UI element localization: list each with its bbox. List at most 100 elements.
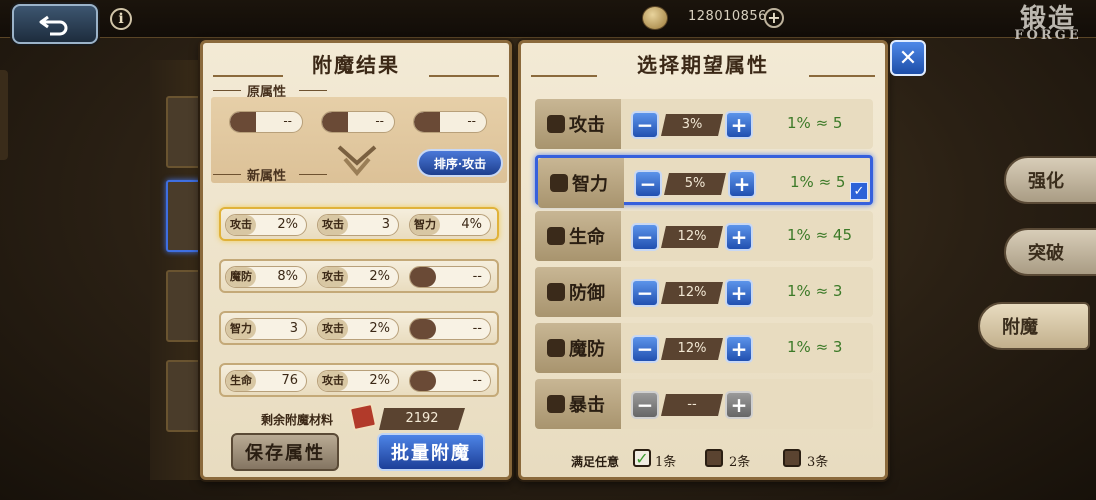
tab-enhance[interactable]: 强化 [1004, 156, 1096, 204]
attr-name [410, 371, 436, 391]
attr-name: 攻击 [318, 215, 348, 235]
close-icon[interactable]: ✕ [890, 40, 926, 76]
result-row[interactable]: 智力 3 攻击 2% -- [219, 311, 499, 345]
attr-chip: 攻击 2% [317, 266, 399, 288]
original-attr-value: -- [375, 114, 384, 128]
panel-title: 选择期望属性 [637, 53, 769, 77]
attr-pill [414, 112, 440, 132]
attr-name: 攻击 [318, 371, 348, 391]
attr-chip: 攻击 3 [317, 214, 399, 236]
condition-option-label: 3条 [807, 455, 829, 470]
attr-value: 8% [277, 269, 298, 284]
choice-name: 生命 [569, 227, 605, 248]
choice-ratio: 1% ≈ 45 [787, 226, 852, 244]
choice-name-box: 攻击 [535, 99, 621, 149]
choice-name: 攻击 [569, 115, 605, 136]
magic-shield-icon [547, 339, 565, 357]
equipment-thumb[interactable] [166, 270, 202, 342]
attr-chip-empty: -- [409, 370, 491, 392]
choice-percent: 12% [661, 282, 723, 304]
choice-percent: -- [661, 394, 723, 416]
condition-checkbox-1[interactable]: ✓ [633, 449, 651, 468]
decrease-button[interactable]: − [631, 111, 659, 139]
tab-enchant[interactable]: 附魔 [978, 302, 1090, 350]
back-arrow-icon [39, 15, 68, 36]
coin-icon [642, 6, 668, 30]
attr-name: 智力 [226, 319, 256, 339]
choice-ratio: 1% ≈ 3 [787, 338, 843, 356]
attr-pill [230, 112, 256, 132]
increase-button[interactable]: + [725, 391, 753, 419]
attr-value: 4% [461, 217, 482, 232]
attr-value: 2% [369, 269, 390, 284]
original-attr-value: -- [467, 114, 476, 128]
sort-button[interactable]: 排序·攻击 [417, 149, 503, 177]
save-attrs-button[interactable]: 保存属性 [231, 433, 339, 471]
new-attrs-list[interactable]: 攻击 2% 攻击 3 智力 4% 魔防 8% 攻击 2% -- 智力 3 攻击 2% -- 生… [211, 183, 507, 401]
result-row[interactable]: 攻击 2% 攻击 3 智力 4% [219, 207, 499, 241]
forge-logo: 锻造 FORGE [1006, 4, 1090, 43]
decrease-button[interactable]: − [631, 335, 659, 363]
enchant-result-panel: 附魔结果 原属性 -- -- -- 新属性 排序·攻击 攻击 2% 攻击 3 智力 4… [200, 40, 512, 480]
increase-button[interactable]: + [728, 170, 756, 198]
choice-percent: 3% [661, 114, 723, 136]
decrease-button[interactable]: − [634, 170, 662, 198]
result-row[interactable]: 魔防 8% 攻击 2% -- [219, 259, 499, 293]
attr-value: 76 [281, 373, 298, 388]
attr-value: 2% [369, 321, 390, 336]
expected-attr-panel: 选择期望属性 攻击 − 3% + 1% ≈ 5 智力 − 5% + 1% ≈ 5… [518, 40, 888, 480]
section-rule [213, 90, 241, 91]
attr-choice-intellect[interactable]: 智力 − 5% + 1% ≈ 5 ✓ [535, 155, 873, 208]
title-rule [809, 75, 875, 77]
attr-value: 2% [369, 373, 390, 388]
attr-chip: 攻击 2% [317, 370, 399, 392]
equipment-thumb[interactable] [166, 360, 202, 432]
batch-enchant-button[interactable]: 批量附魔 [377, 433, 485, 471]
tab-breakthrough[interactable]: 突破 [1004, 228, 1096, 276]
increase-button[interactable]: + [725, 335, 753, 363]
result-row[interactable]: 生命 76 攻击 2% -- [219, 363, 499, 397]
title-rule [429, 75, 499, 77]
top-bar [0, 0, 1096, 38]
attr-name: 魔防 [226, 267, 256, 287]
choice-ratio: 1% ≈ 5 [790, 173, 846, 191]
original-attr-slot: -- [321, 111, 395, 133]
back-button[interactable] [12, 4, 98, 44]
info-icon[interactable]: i [110, 8, 132, 30]
equipment-thumb[interactable] [166, 96, 202, 168]
checkmark-icon: ✓ [850, 182, 868, 200]
condition-checkbox-3[interactable] [783, 449, 801, 467]
attr-value: 2% [277, 217, 298, 232]
scroll-icon [348, 402, 378, 432]
attr-name: 生命 [226, 371, 256, 391]
decrease-button[interactable]: − [631, 223, 659, 251]
decrease-button[interactable]: − [631, 391, 659, 419]
attr-name: 攻击 [318, 267, 348, 287]
attr-pill [322, 112, 348, 132]
material-label: 剩余附魔材料 [261, 413, 334, 427]
left-edge-tab[interactable] [0, 70, 8, 160]
attr-value: 3 [381, 217, 390, 232]
attr-choice-attack[interactable]: 攻击 − 3% + 1% ≈ 5 [535, 99, 873, 149]
condition-option-label: 2条 [729, 455, 751, 470]
choice-name-box: 暴击 [535, 379, 621, 429]
attr-choice-defense[interactable]: 防御 − 12% + 1% ≈ 3 [535, 267, 873, 317]
attr-choice-magic-defense[interactable]: 魔防 − 12% + 1% ≈ 3 [535, 323, 873, 373]
choice-percent: 5% [664, 173, 726, 195]
section-rule [299, 90, 327, 91]
chevron-down-icon [337, 145, 377, 177]
attr-name: 智力 [410, 215, 440, 235]
attr-chip: 魔防 8% [225, 266, 307, 288]
equipment-thumb-selected[interactable] [166, 180, 202, 252]
attr-choice-critical[interactable]: 暴击 − -- + [535, 379, 873, 429]
increase-button[interactable]: + [725, 223, 753, 251]
decrease-button[interactable]: − [631, 279, 659, 307]
new-attr-label: 新属性 [247, 169, 287, 184]
increase-button[interactable]: + [725, 279, 753, 307]
attr-choice-life[interactable]: 生命 − 12% + 1% ≈ 45 [535, 211, 873, 261]
increase-button[interactable]: + [725, 111, 753, 139]
add-coins-button[interactable]: + [764, 8, 784, 28]
panel-title: 附魔结果 [312, 53, 400, 77]
condition-checkbox-2[interactable] [705, 449, 723, 467]
book-icon [550, 174, 568, 192]
